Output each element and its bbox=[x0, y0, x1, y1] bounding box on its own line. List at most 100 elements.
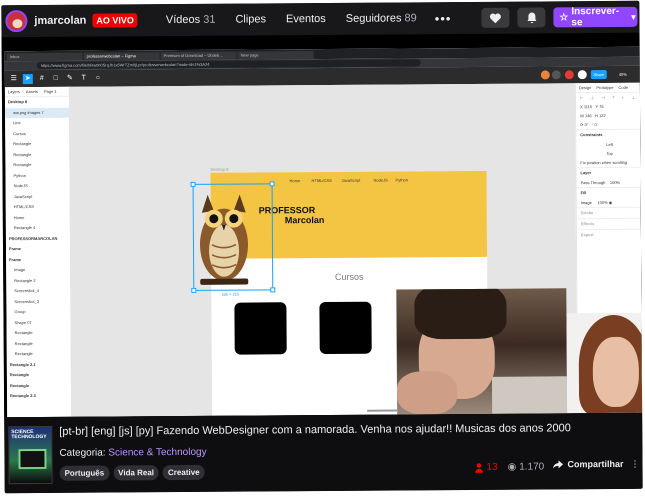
chevron-down-icon[interactable]: ▼ bbox=[629, 12, 637, 21]
nav-item[interactable]: Python bbox=[396, 177, 408, 182]
nav-item[interactable]: Home bbox=[290, 178, 301, 183]
resize-handle[interactable] bbox=[190, 181, 196, 187]
layer-item[interactable]: Frame bbox=[6, 254, 70, 265]
radius-field[interactable]: ◜ 0 bbox=[592, 122, 597, 127]
tab-followers[interactable]: Seguidores 89 bbox=[346, 12, 417, 24]
fill-row[interactable]: Image 100% ◉ bbox=[577, 198, 642, 207]
fix-scroll-checkbox[interactable]: Fix position when scrolling bbox=[576, 158, 641, 167]
layer-item[interactable]: Desktop 8 bbox=[5, 97, 69, 108]
rotation-field[interactable]: ⟳ 0° bbox=[580, 122, 588, 127]
tag[interactable]: Vida Real bbox=[113, 465, 160, 481]
tab-layers[interactable]: Layers bbox=[8, 89, 20, 94]
export-heading[interactable]: Export bbox=[576, 228, 642, 241]
layer-opacity[interactable]: 100% bbox=[610, 180, 620, 185]
more-actions-icon[interactable]: ⋮ bbox=[630, 459, 639, 470]
comment-tool-icon[interactable]: ○ bbox=[93, 73, 103, 83]
collaborator-avatar[interactable] bbox=[540, 70, 550, 80]
tab-clips[interactable]: Clipes bbox=[235, 13, 266, 25]
y-field[interactable]: Y 76 bbox=[595, 104, 603, 109]
notifications-button[interactable] bbox=[517, 7, 546, 28]
position-row[interactable]: X 1115 Y 76 bbox=[576, 102, 641, 111]
zoom-level[interactable]: 40% bbox=[619, 70, 627, 79]
layer-item[interactable]: Cursos bbox=[5, 128, 69, 139]
video-player[interactable]: Inbox professorwebcolan – Figma Premium … bbox=[1, 32, 643, 418]
stroke-heading[interactable]: Stroke bbox=[576, 206, 642, 219]
resize-handle[interactable] bbox=[270, 287, 276, 293]
channel-avatar[interactable] bbox=[5, 10, 28, 33]
share-stream-button[interactable]: Compartilhar bbox=[552, 459, 624, 469]
layer-item[interactable]: Screenshot_4 bbox=[6, 286, 70, 297]
layer-item[interactable]: Rectangle bbox=[7, 338, 71, 349]
fill-type[interactable]: Image bbox=[581, 200, 592, 205]
share-button[interactable]: Share bbox=[590, 70, 607, 80]
move-tool-icon[interactable]: ➤ bbox=[22, 73, 33, 84]
width-field[interactable]: W 146 bbox=[580, 113, 592, 118]
canvas-scrollbar[interactable] bbox=[367, 409, 398, 412]
tag[interactable]: Creative bbox=[162, 464, 205, 481]
tab-design[interactable]: Design bbox=[579, 85, 591, 90]
layer-item[interactable]: Rectangle 2.3 bbox=[7, 391, 71, 402]
layer-item[interactable]: Rectangle bbox=[7, 349, 71, 360]
layer-item[interactable]: Rectangle bbox=[5, 149, 69, 160]
category-link[interactable]: Science & Technology bbox=[108, 447, 206, 459]
eye-icon[interactable]: ◉ bbox=[609, 200, 613, 205]
height-field[interactable]: H 122 bbox=[595, 113, 606, 118]
rotation-row[interactable]: ⟳ 0° ◜ 0 bbox=[576, 120, 641, 129]
tab-assets[interactable]: Assets bbox=[26, 89, 38, 94]
layer-item[interactable]: Rectangle 2 bbox=[6, 275, 70, 286]
layer-item[interactable]: Rectangle 4 bbox=[6, 223, 70, 234]
layer-item[interactable]: JavaScript bbox=[6, 191, 70, 202]
constraint-horizontal[interactable]: Left bbox=[576, 140, 641, 149]
figma-menu-icon[interactable]: ☰ bbox=[9, 74, 19, 84]
layer-item[interactable]: Screenshot_3 bbox=[6, 296, 70, 307]
tab-events[interactable]: Eventos bbox=[286, 13, 326, 25]
collaborator-avatar[interactable] bbox=[577, 70, 587, 80]
tab-prototype[interactable]: Prototype bbox=[596, 85, 613, 90]
pen-tool-icon[interactable]: ✎ bbox=[65, 73, 75, 83]
layer-item[interactable]: Rectangle bbox=[5, 160, 69, 171]
layer-item[interactable]: HTML/CSS bbox=[6, 202, 70, 213]
blend-mode-row[interactable]: Pass Through 100% bbox=[577, 178, 642, 187]
layer-item[interactable]: Line bbox=[5, 118, 69, 129]
constraint-vertical[interactable]: Top bbox=[576, 149, 641, 158]
constraint-top[interactable]: Top bbox=[606, 151, 612, 156]
tab-videos[interactable]: Vídeos 31 bbox=[166, 14, 216, 26]
channel-name[interactable]: jmarcolan bbox=[34, 15, 86, 27]
nav-item[interactable]: JavaScript bbox=[342, 178, 361, 183]
layer-item[interactable]: ww.png images 7 bbox=[5, 107, 70, 119]
layer-item[interactable]: Rectangle bbox=[7, 328, 71, 339]
effects-heading[interactable]: Effects bbox=[576, 217, 642, 230]
resize-handle[interactable] bbox=[269, 181, 275, 187]
follow-button[interactable] bbox=[481, 7, 510, 28]
x-field[interactable]: X 1115 bbox=[580, 104, 592, 109]
category-box-art[interactable]: SCIENCE TECHNOLOGY bbox=[8, 425, 53, 485]
nav-item[interactable]: NodeJS bbox=[374, 178, 388, 183]
layer-item[interactable]: PROFESSORMARCOLAN bbox=[6, 233, 70, 244]
layer-item[interactable]: Rectangle bbox=[7, 370, 71, 381]
tab-code[interactable]: Code bbox=[618, 85, 628, 90]
shape-tool-icon[interactable]: □ bbox=[51, 73, 61, 83]
collaborator-avatar[interactable] bbox=[551, 70, 561, 80]
layer-item[interactable]: Shape 07 bbox=[6, 317, 70, 328]
constraint-left[interactable]: Left bbox=[606, 142, 613, 147]
selection-box[interactable] bbox=[190, 181, 276, 293]
frame-label[interactable]: Desktop 8 bbox=[210, 167, 228, 172]
layer-item[interactable]: NodeJS bbox=[6, 181, 70, 192]
course-card[interactable] bbox=[234, 302, 287, 355]
layer-item[interactable]: Home bbox=[6, 212, 70, 223]
layer-item[interactable]: Rectangle bbox=[7, 380, 71, 391]
more-options-icon[interactable]: ••• bbox=[435, 11, 452, 26]
layer-item[interactable]: Python bbox=[5, 170, 69, 181]
layer-item[interactable]: Group bbox=[6, 307, 70, 318]
collaborator-avatar[interactable] bbox=[564, 70, 574, 80]
resize-handle[interactable] bbox=[191, 287, 197, 293]
frame-tool-icon[interactable]: # bbox=[37, 73, 47, 83]
blend-mode-select[interactable]: Pass Through bbox=[581, 180, 606, 185]
course-card[interactable] bbox=[319, 301, 372, 355]
layer-item[interactable]: Frame bbox=[6, 244, 70, 255]
text-tool-icon[interactable]: T bbox=[79, 73, 89, 83]
align-toolbar[interactable]: ⊢ ⊥ ⊣ ⊤ ⊦ ⊥ bbox=[576, 93, 641, 102]
fill-opacity[interactable]: 100% bbox=[597, 200, 607, 205]
page-selector[interactable]: Page 1 bbox=[44, 89, 57, 94]
layer-item[interactable]: Rectangle bbox=[5, 139, 69, 150]
